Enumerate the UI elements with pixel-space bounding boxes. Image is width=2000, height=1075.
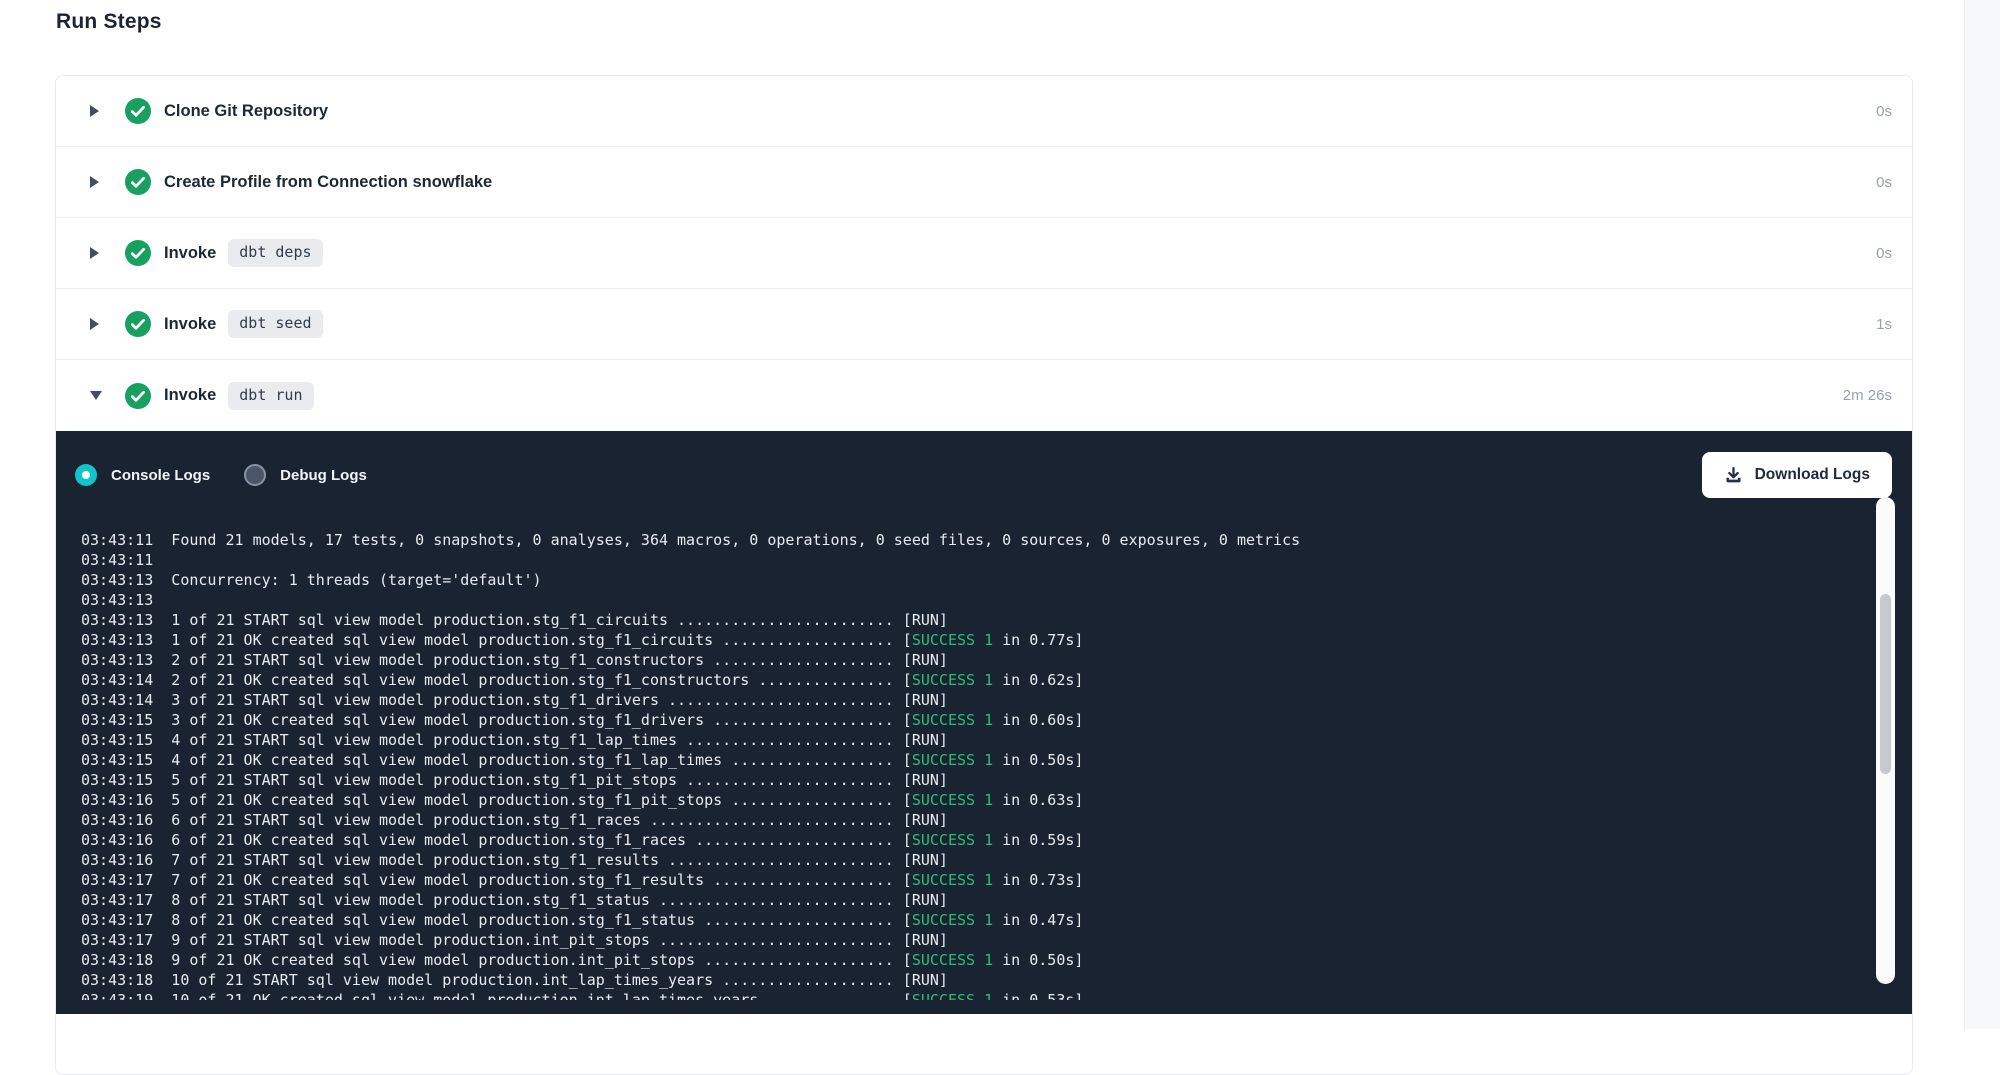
page-title: Run Steps <box>56 10 162 34</box>
download-logs-button[interactable]: Download Logs <box>1702 452 1892 498</box>
step-duration: 1s <box>1876 316 1892 333</box>
step-clone-git-repository[interactable]: Clone Git Repository 0s <box>56 76 1912 147</box>
success-check-icon <box>125 311 151 337</box>
log-line: 03:43:15 3 of 21 OK created sql view mod… <box>81 710 1871 730</box>
step-duration: 0s <box>1876 174 1892 191</box>
step-label: Clone Git Repository <box>164 102 328 121</box>
download-logs-label: Download Logs <box>1755 466 1870 484</box>
step-invoke-dbt-run[interactable]: Invoke dbt run 2m 26s <box>56 360 1912 431</box>
success-check-icon <box>125 240 151 266</box>
log-line: 03:43:15 4 of 21 OK created sql view mod… <box>81 750 1871 770</box>
chevron-right-icon[interactable] <box>90 105 104 117</box>
log-line: 03:43:17 8 of 21 START sql view model pr… <box>81 890 1871 910</box>
step-label: Invoke <box>164 244 216 263</box>
log-line: 03:43:15 4 of 21 START sql view model pr… <box>81 730 1871 750</box>
success-check-icon <box>125 169 151 195</box>
log-line: 03:43:11 <box>81 550 1871 570</box>
log-line: 03:43:11 Found 21 models, 17 tests, 0 sn… <box>81 530 1871 550</box>
page-right-gutter <box>1964 0 2000 1029</box>
step-label: Create Profile from Connection snowflake <box>164 173 492 192</box>
log-line: 03:43:16 6 of 21 START sql view model pr… <box>81 810 1871 830</box>
log-line: 03:43:13 1 of 21 OK created sql view mod… <box>81 630 1871 650</box>
log-line: 03:43:18 10 of 21 START sql view model p… <box>81 970 1871 990</box>
step-create-profile[interactable]: Create Profile from Connection snowflake… <box>56 147 1912 218</box>
command-badge: dbt run <box>228 382 313 410</box>
chevron-right-icon[interactable] <box>90 247 104 259</box>
log-line: 03:43:16 5 of 21 OK created sql view mod… <box>81 790 1871 810</box>
step-label: Invoke <box>164 386 216 405</box>
log-line: 03:43:14 2 of 21 OK created sql view mod… <box>81 670 1871 690</box>
step-duration: 0s <box>1876 245 1892 262</box>
chevron-right-icon[interactable] <box>90 176 104 188</box>
console-logs-label[interactable]: Console Logs <box>111 467 210 484</box>
log-line: 03:43:13 2 of 21 START sql view model pr… <box>81 650 1871 670</box>
log-line: 03:43:17 9 of 21 START sql view model pr… <box>81 930 1871 950</box>
success-check-icon <box>125 383 151 409</box>
log-line: 03:43:16 6 of 21 OK created sql view mod… <box>81 830 1871 850</box>
step-duration: 0s <box>1876 103 1892 120</box>
command-badge: dbt deps <box>228 239 322 267</box>
step-invoke-dbt-seed[interactable]: Invoke dbt seed 1s <box>56 289 1912 360</box>
console-log-output: 03:43:11 Found 21 models, 17 tests, 0 sn… <box>81 499 1871 1000</box>
log-scrollbar-track[interactable] <box>1876 497 1895 984</box>
command-badge: dbt seed <box>228 310 322 338</box>
download-icon <box>1724 466 1743 485</box>
log-scrollbar-thumb[interactable] <box>1880 594 1891 774</box>
log-line: 03:43:13 Concurrency: 1 threads (target=… <box>81 570 1871 590</box>
log-line: 03:43:15 5 of 21 START sql view model pr… <box>81 770 1871 790</box>
log-line: 03:43:14 3 of 21 START sql view model pr… <box>81 690 1871 710</box>
log-line: 03:43:16 7 of 21 START sql view model pr… <box>81 850 1871 870</box>
log-panel-header: Console Logs Debug Logs Download Logs <box>56 431 1912 498</box>
step-invoke-dbt-deps[interactable]: Invoke dbt deps 0s <box>56 218 1912 289</box>
log-line: 03:43:19 10 of 21 OK created sql view mo… <box>81 990 1871 1000</box>
step-duration: 2m 26s <box>1843 387 1892 404</box>
debug-logs-label[interactable]: Debug Logs <box>280 467 367 484</box>
step-label: Invoke <box>164 315 216 334</box>
run-steps-card: Clone Git Repository 0s Create Profile f… <box>55 75 1913 1075</box>
log-line: 03:43:17 8 of 21 OK created sql view mod… <box>81 910 1871 930</box>
chevron-right-icon[interactable] <box>90 318 104 330</box>
log-line: 03:43:18 9 of 21 OK created sql view mod… <box>81 950 1871 970</box>
log-line: 03:43:13 1 of 21 START sql view model pr… <box>81 610 1871 630</box>
log-line: 03:43:17 7 of 21 OK created sql view mod… <box>81 870 1871 890</box>
chevron-down-icon[interactable] <box>90 391 104 400</box>
console-logs-radio[interactable] <box>75 464 97 486</box>
success-check-icon <box>125 98 151 124</box>
debug-logs-radio[interactable] <box>244 464 266 486</box>
log-line: 03:43:13 <box>81 590 1871 610</box>
console-log-panel: Console Logs Debug Logs Download Logs 03… <box>56 431 1912 1014</box>
